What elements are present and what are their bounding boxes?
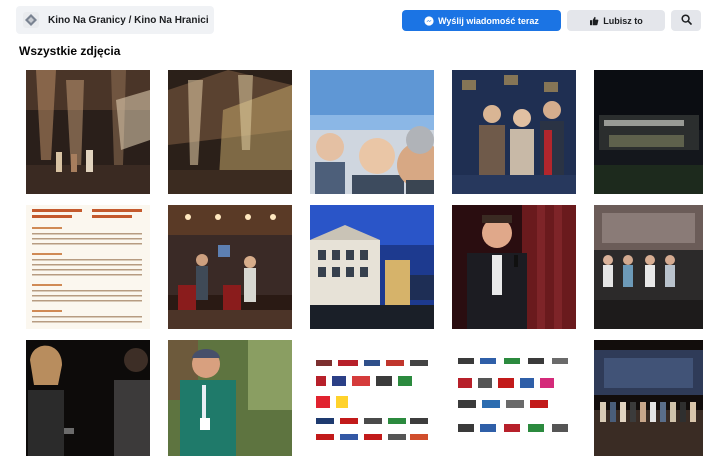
photo-tile[interactable] (168, 205, 292, 329)
photo-tile[interactable] (26, 205, 150, 329)
photo-group-on-stage (594, 340, 703, 456)
photo-town-square-screening (310, 205, 434, 329)
photo-tile[interactable] (452, 205, 576, 329)
photo-tile[interactable] (26, 70, 150, 194)
like-label: Lubisz to (603, 15, 643, 26)
section-title: Wszystkie zdjęcia (19, 44, 121, 58)
page-identity[interactable]: Kino Na Granicy / Kino Na Hranici (16, 6, 214, 34)
photo-stage-interview (168, 205, 292, 329)
photo-sponsors-logos-2 (452, 340, 576, 456)
photo-tile[interactable] (594, 70, 703, 194)
photo-tile[interactable] (452, 70, 576, 194)
photo-tile[interactable] (310, 205, 434, 329)
photo-older-man-portrait (168, 340, 292, 456)
messenger-icon (424, 15, 434, 26)
send-message-button[interactable]: Wyślij wiadomość teraz (402, 10, 561, 31)
photo-panel-on-stage (594, 205, 703, 329)
photo-sponsors-logos-1 (310, 340, 434, 456)
photo-awards-stage-1 (26, 70, 150, 194)
search-icon (680, 14, 692, 27)
photo-woman-microphone (26, 340, 150, 456)
photo-group-press-wall (452, 70, 576, 194)
like-button[interactable]: Lubisz to (567, 10, 665, 31)
photo-tile[interactable] (168, 340, 292, 464)
send-message-label: Wyślij wiadomość teraz (438, 15, 539, 26)
photo-selfie-three-women (310, 70, 434, 194)
photo-awards-stage-2 (168, 70, 292, 194)
page-header-bar: Kino Na Granicy / Kino Na Hranici Wyślij… (0, 0, 703, 40)
search-button[interactable] (671, 10, 701, 31)
photo-building-night (594, 70, 703, 194)
photo-tile[interactable] (594, 205, 703, 329)
photo-tile[interactable] (452, 340, 576, 464)
photo-tile[interactable] (594, 340, 703, 464)
photo-tile[interactable] (310, 340, 434, 464)
thumbs-up-icon (589, 16, 599, 26)
page-avatar-icon (22, 11, 40, 29)
photo-tile[interactable] (310, 70, 434, 194)
photo-tile[interactable] (26, 340, 150, 464)
photo-schedule-poster (26, 205, 150, 329)
photo-tile[interactable] (168, 70, 292, 194)
photo-speaker-microphone (452, 205, 576, 329)
page-name: Kino Na Granicy / Kino Na Hranici (48, 14, 209, 26)
